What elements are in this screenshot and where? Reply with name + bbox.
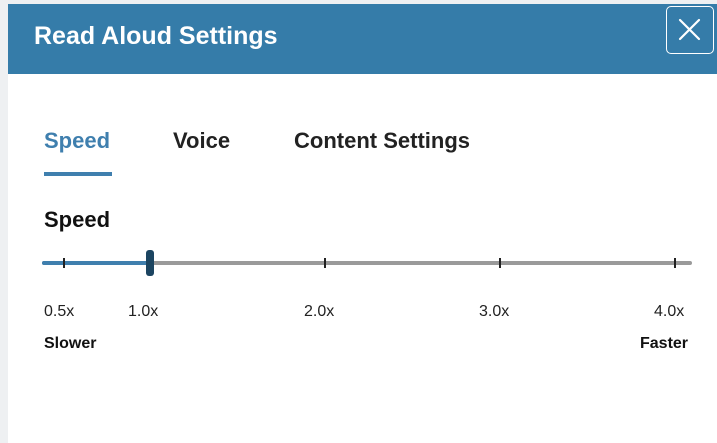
tick-label-2-0x: 2.0x [304,303,335,320]
close-button[interactable] [666,6,714,54]
tick-label-3-0x: 3.0x [479,303,510,320]
tab-content-settings[interactable]: Content Settings [294,128,470,154]
close-icon [678,18,701,41]
tick-label-0-5x: 0.5x [44,303,75,320]
tick-label-4-0x: 4.0x [654,303,685,320]
speed-section-label: Speed [44,207,111,232]
dialog-title: Read Aloud Settings [34,22,278,50]
slider-thumb[interactable] [146,250,154,276]
speed-slider-graphic [42,250,692,276]
slower-label: Slower [44,335,97,352]
dialog-header: Read Aloud Settings [8,4,717,74]
speed-slider[interactable] [42,248,692,278]
tick-label-1-0x: 1.0x [128,303,159,320]
read-aloud-settings-dialog: Read Aloud Settings Speed Voice Content … [8,4,717,443]
tab-speed[interactable]: Speed [44,128,110,154]
faster-label: Faster [640,335,689,352]
active-tab-indicator [44,172,112,176]
tab-voice[interactable]: Voice [173,128,230,154]
